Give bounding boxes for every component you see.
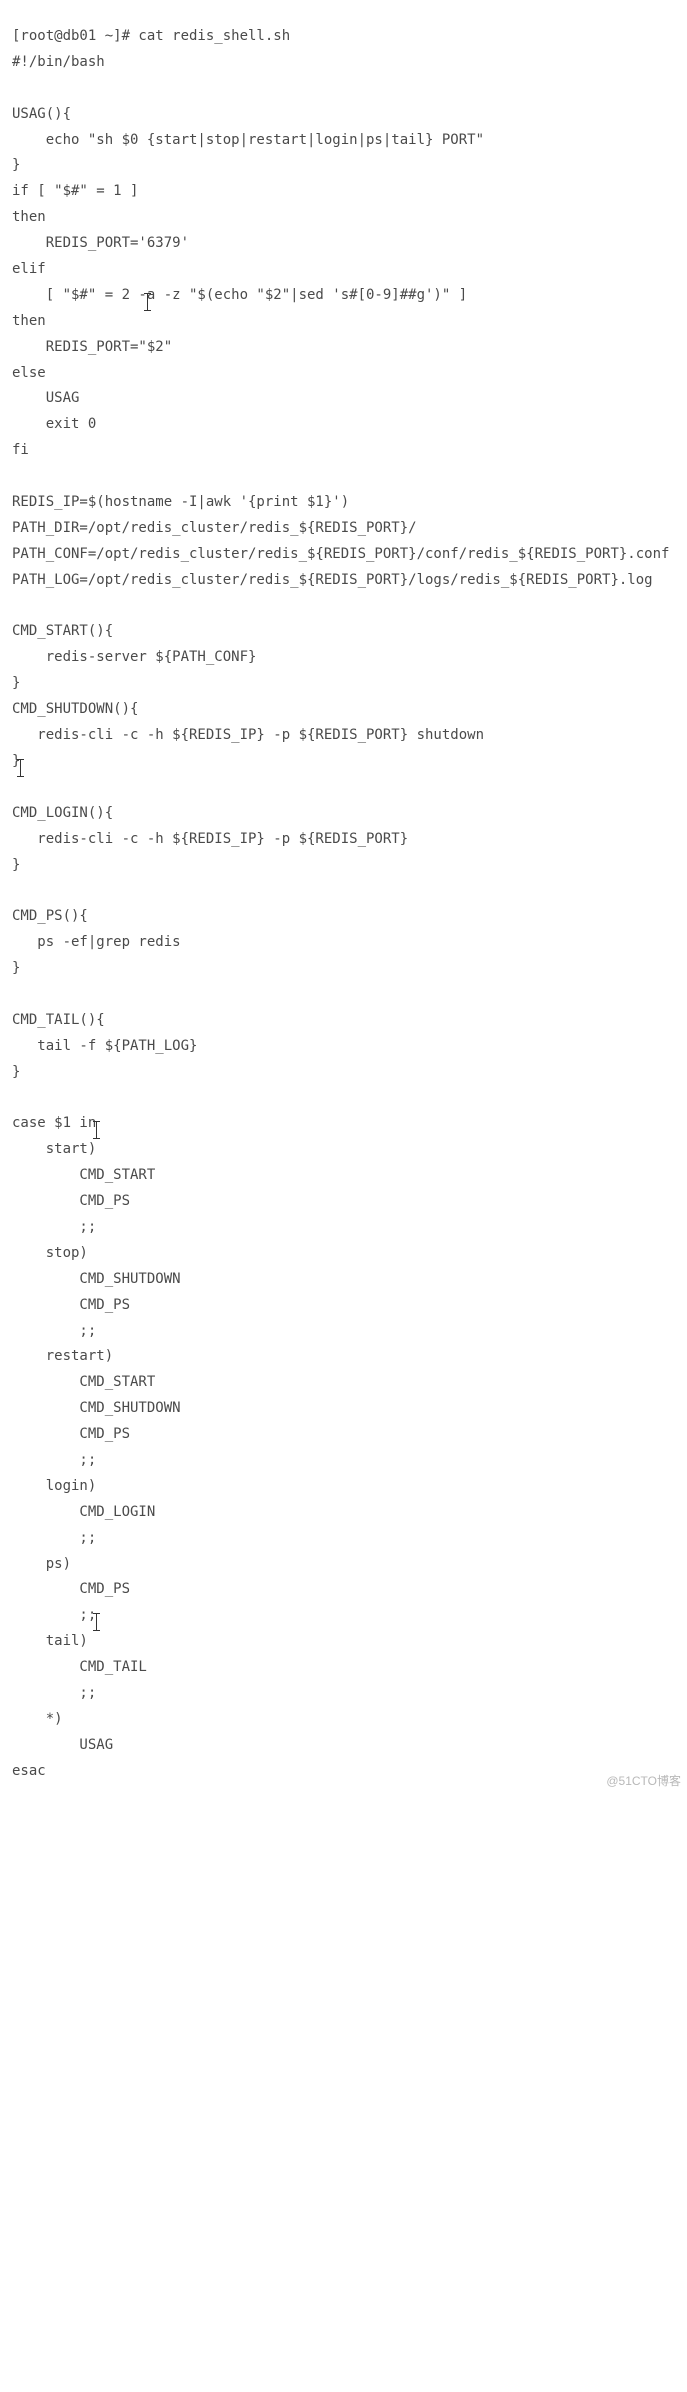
watermark: @51CTO博客 — [606, 1770, 681, 1792]
code-block: [root@db01 ~]# cat redis_shell.sh #!/bin… — [0, 14, 687, 1795]
code-content: [root@db01 ~]# cat redis_shell.sh #!/bin… — [12, 28, 669, 1779]
